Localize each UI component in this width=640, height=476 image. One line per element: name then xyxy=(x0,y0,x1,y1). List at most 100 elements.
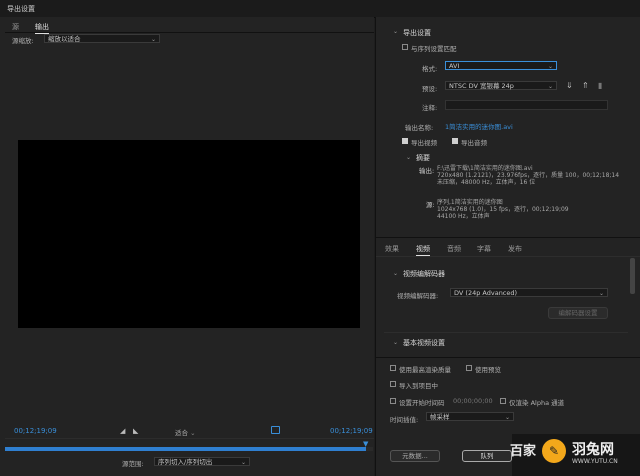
tab-effects[interactable]: 效果 xyxy=(385,244,399,254)
section-divider xyxy=(376,237,640,238)
summary-title: 摘要 xyxy=(416,154,430,162)
import-preset-icon[interactable]: ⇑ xyxy=(582,81,589,90)
comments-input[interactable] xyxy=(445,100,608,110)
video-codec-select[interactable]: DV (24p Advanced) ⌄ xyxy=(450,288,608,297)
chevron-down-icon: ⌄ xyxy=(504,414,510,421)
playhead-icon[interactable]: ▼ xyxy=(363,440,368,448)
subtab-divider xyxy=(376,256,640,257)
time-interpolation-label: 时间插值: xyxy=(390,416,419,424)
import-into-project-checkbox[interactable] xyxy=(390,381,396,387)
time-interpolation-select[interactable]: 帧采样 ⌄ xyxy=(426,412,514,421)
tab-divider xyxy=(5,32,374,33)
source-range-select[interactable]: 序列切入/序列切出 ⌄ xyxy=(154,457,250,466)
current-timecode[interactable]: 00;12;19;09 xyxy=(14,427,57,435)
chevron-down-icon: ⌄ xyxy=(547,83,553,90)
export-video-checkbox[interactable] xyxy=(402,138,408,144)
source-range-label: 源范围: xyxy=(122,460,144,468)
start-timecode-field[interactable]: 00;00;00;00 xyxy=(453,397,493,405)
preset-label: 预设: xyxy=(422,85,438,93)
tab-captions[interactable]: 字幕 xyxy=(477,244,491,254)
chevron-down-icon: ⌄ xyxy=(240,459,246,466)
use-previews-label: 使用预览 xyxy=(475,366,501,374)
summary-output-text: F:\迅雷下载\1简洁实用的迷你图.avi 720x480 (1.2121)，2… xyxy=(437,165,619,186)
tab-audio[interactable]: 音频 xyxy=(447,244,461,254)
summary-line: F:\迅雷下载\1简洁实用的迷你图.avi xyxy=(437,165,533,172)
export-video-label: 导出视频 xyxy=(411,139,437,147)
output-name-label: 输出名称: xyxy=(405,124,434,132)
watermark: 百家 ✎ 羽兔网 WWW.YUTU.CN xyxy=(510,434,640,476)
save-preset-icon[interactable]: ⇓ xyxy=(566,81,573,90)
section-divider xyxy=(376,357,640,358)
format-value: AVI xyxy=(449,62,460,70)
chevron-down-icon[interactable]: ⌄ xyxy=(406,154,411,161)
match-sequence-checkbox[interactable] xyxy=(402,44,408,50)
format-select[interactable]: AVI ⌄ xyxy=(445,61,557,70)
comments-label: 注释: xyxy=(422,104,438,112)
summary-source-label: 源: xyxy=(426,201,435,209)
chevron-down-icon[interactable]: ⌄ xyxy=(393,270,398,277)
max-render-quality-label: 使用最高渲染质量 xyxy=(399,366,451,374)
video-codec-value: DV (24p Advanced) xyxy=(454,289,518,297)
fit-value: 适合 xyxy=(175,429,188,437)
preset-value: NTSC DV 宽银幕 24p xyxy=(449,82,514,90)
duration-timecode: 00;12;19;09 xyxy=(330,427,373,435)
source-scaling-label: 源缩放: xyxy=(12,37,34,45)
title-bar: 导出设置 xyxy=(0,0,640,18)
tab-publish[interactable]: 发布 xyxy=(508,244,522,254)
format-label: 格式: xyxy=(422,65,438,73)
max-render-quality-checkbox[interactable] xyxy=(390,365,396,371)
fit-select[interactable]: 适合 ⌄ xyxy=(175,427,196,437)
source-range-value: 序列切入/序列切出 xyxy=(158,458,213,466)
tab-source[interactable]: 源 xyxy=(12,22,19,32)
set-start-timecode-checkbox[interactable] xyxy=(390,398,396,404)
timeline-divider xyxy=(5,438,374,439)
delete-preset-icon[interactable]: ▮ xyxy=(598,81,602,90)
output-name-link[interactable]: 1简洁实用的迷你图.avi xyxy=(445,121,513,131)
preset-select[interactable]: NTSC DV 宽银幕 24p ⌄ xyxy=(445,81,557,90)
use-previews-checkbox[interactable] xyxy=(466,365,472,371)
chevron-down-icon: ⌄ xyxy=(547,63,553,70)
match-sequence-label: 与序列设置匹配 xyxy=(411,45,457,53)
time-interpolation-value: 帧采样 xyxy=(430,413,450,421)
summary-output-label: 输出: xyxy=(419,167,435,175)
summary-line: 720x480 (1.2121)，23.976fps，逐行，质量 100，00;… xyxy=(437,172,620,179)
summary-source-text: 序列,1简洁实用的迷你图 1024x768 (1.0)，15 fps，逐行，00… xyxy=(437,199,569,220)
window-title: 导出设置 xyxy=(7,5,35,13)
aspect-ratio-icon[interactable] xyxy=(271,426,280,434)
source-scaling-value: 缩放以适合 xyxy=(48,35,81,43)
summary-line: 序列,1简洁实用的迷你图 xyxy=(437,199,503,206)
video-codec-title: 视频编解码器 xyxy=(403,270,445,278)
render-alpha-label: 仅渲染 Alpha 通道 xyxy=(509,399,565,407)
chevron-down-icon[interactable]: ⌄ xyxy=(393,28,398,35)
video-codec-label: 视频编解码器: xyxy=(397,292,439,300)
codec-settings-button[interactable]: 编解码器设置 xyxy=(548,307,608,319)
set-out-point-icon[interactable]: ◣ xyxy=(133,427,138,435)
export-settings-title: 导出设置 xyxy=(403,29,431,37)
summary-line: 未压缩，48000 Hz，立体声，16 位 xyxy=(437,179,536,186)
source-scaling-select[interactable]: 缩放以适合 ⌄ xyxy=(44,34,160,43)
watermark-url: WWW.YUTU.CN xyxy=(572,458,618,465)
set-in-point-icon[interactable]: ◢ xyxy=(120,427,125,435)
section-divider xyxy=(384,332,628,333)
metadata-button[interactable]: 元数据... xyxy=(390,450,440,462)
import-into-project-label: 导入到项目中 xyxy=(399,382,438,390)
settings-scrollbar[interactable] xyxy=(630,258,635,294)
chevron-down-icon: ⌄ xyxy=(190,429,196,437)
yutu-logo-icon: ✎ xyxy=(542,439,566,463)
watermark-partial-text: 百家 xyxy=(510,444,537,459)
queue-button[interactable]: 队列 xyxy=(462,450,512,462)
summary-line: 1024x768 (1.0)，15 fps，逐行，00;12;19;09 xyxy=(437,206,569,213)
chevron-down-icon: ⌄ xyxy=(150,36,156,43)
export-audio-label: 导出音频 xyxy=(461,139,487,147)
export-audio-checkbox[interactable] xyxy=(452,138,458,144)
timeline-range xyxy=(5,447,366,451)
set-start-timecode-label: 设置开始时间码 xyxy=(399,399,445,407)
tab-video[interactable]: 视频 xyxy=(416,244,430,256)
chevron-down-icon: ⌄ xyxy=(598,290,604,297)
basic-video-title: 基本视频设置 xyxy=(403,339,445,347)
summary-line: 44100 Hz，立体声 xyxy=(437,213,490,220)
watermark-title: 羽兔网 xyxy=(572,442,614,458)
render-alpha-checkbox[interactable] xyxy=(500,398,506,404)
video-preview xyxy=(18,140,360,328)
chevron-down-icon[interactable]: ⌄ xyxy=(393,339,398,346)
